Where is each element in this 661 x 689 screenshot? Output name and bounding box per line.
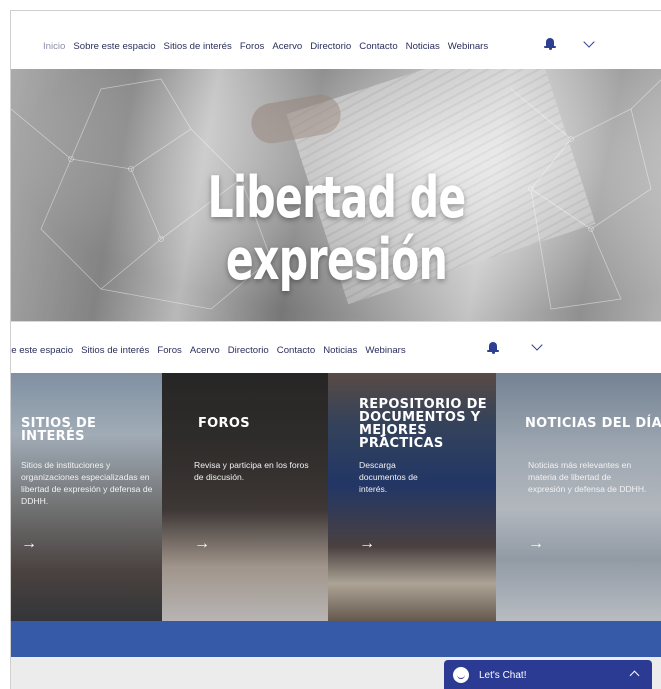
nav2-item-noticias[interactable]: Noticias [323,345,357,356]
chat-label: Let's Chat! [479,669,527,681]
blue-band [11,621,661,657]
nav-item-inicio[interactable]: Inicio [43,41,65,52]
hero-title-line1: Libertad de [207,165,467,231]
nav2-item-webinars[interactable]: Webinars [365,345,405,356]
card-noticias[interactable]: NOTICIAS DEL DÍA Noticias más relevantes… [496,373,661,621]
sticky-nav: re este espacio Sitios de interés Foros … [11,321,661,373]
nav-item-contacto[interactable]: Contacto [359,41,397,52]
chevron-up-icon[interactable] [629,670,640,681]
card-title: REPOSITORIO DE DOCUMENTOS Y MEJORES PRÁC… [359,398,496,450]
hero-title-line2: expresión [225,227,448,293]
card-text: Revisa y participa en los foros de discu… [194,460,309,482]
nav2-item-contacto[interactable]: Contacto [277,345,315,356]
nav2-item-foros[interactable]: Foros [157,345,182,356]
arrow-right-icon[interactable]: → [21,535,37,553]
nav-item-noticias[interactable]: Noticias [406,41,440,52]
card-title-line: MEJORES PRÁCTICAS [359,423,444,451]
arrow-right-icon[interactable]: → [359,535,375,553]
nav2-item-sitios[interactable]: Sitios de interés [81,345,149,356]
top-nav: Inicio Sobre este espacio Sitios de inte… [11,11,661,69]
feature-cards: SITIOS DE INTERÉS Sitios de institucione… [11,373,661,621]
nav-item-webinars[interactable]: Webinars [448,41,488,52]
chat-widget[interactable]: Let's Chat! [444,660,652,689]
nav2-item-sobre[interactable]: re este espacio [11,345,73,356]
bell-icon[interactable] [487,342,499,354]
nav2-item-acervo[interactable]: Acervo [190,345,220,356]
chat-smile-icon [453,667,469,683]
nav-item-acervo[interactable]: Acervo [272,41,302,52]
card-text: Noticias más relevantes en materia de li… [528,460,647,494]
card-title: FOROS [198,416,250,431]
card-foros[interactable]: FOROS Revisa y participa en los foros de… [162,373,328,621]
sticky-nav-items: re este espacio Sitios de interés Foros … [11,345,406,356]
bell-icon[interactable] [544,38,556,50]
nav-item-foros[interactable]: Foros [240,41,265,52]
nav2-item-directorio[interactable]: Directorio [228,345,269,356]
nav-item-sitios[interactable]: Sitios de interés [164,41,232,52]
nav-item-directorio[interactable]: Directorio [310,41,351,52]
chevron-down-icon[interactable] [531,339,543,351]
page-frame: Inicio Sobre este espacio Sitios de inte… [10,10,661,689]
hero-banner: Libertad de expresión [11,69,661,321]
card-text: Sitios de instituciones y organizaciones… [21,460,153,506]
card-repositorio[interactable]: REPOSITORIO DE DOCUMENTOS Y MEJORES PRÁC… [328,373,496,621]
nav-item-sobre[interactable]: Sobre este espacio [73,41,155,52]
card-title: NOTICIAS DEL DÍA [525,416,661,431]
chevron-down-icon[interactable] [583,36,595,48]
top-nav-items: Inicio Sobre este espacio Sitios de inte… [43,41,488,52]
hero-title: Libertad de expresión [102,167,571,291]
arrow-right-icon[interactable]: → [194,535,210,553]
arrow-right-icon[interactable]: → [528,535,544,553]
card-title: SITIOS DE INTERÉS [21,416,97,444]
card-text: Descarga documentos de interés. [359,460,418,494]
card-sitios[interactable]: SITIOS DE INTERÉS Sitios de institucione… [11,373,162,621]
